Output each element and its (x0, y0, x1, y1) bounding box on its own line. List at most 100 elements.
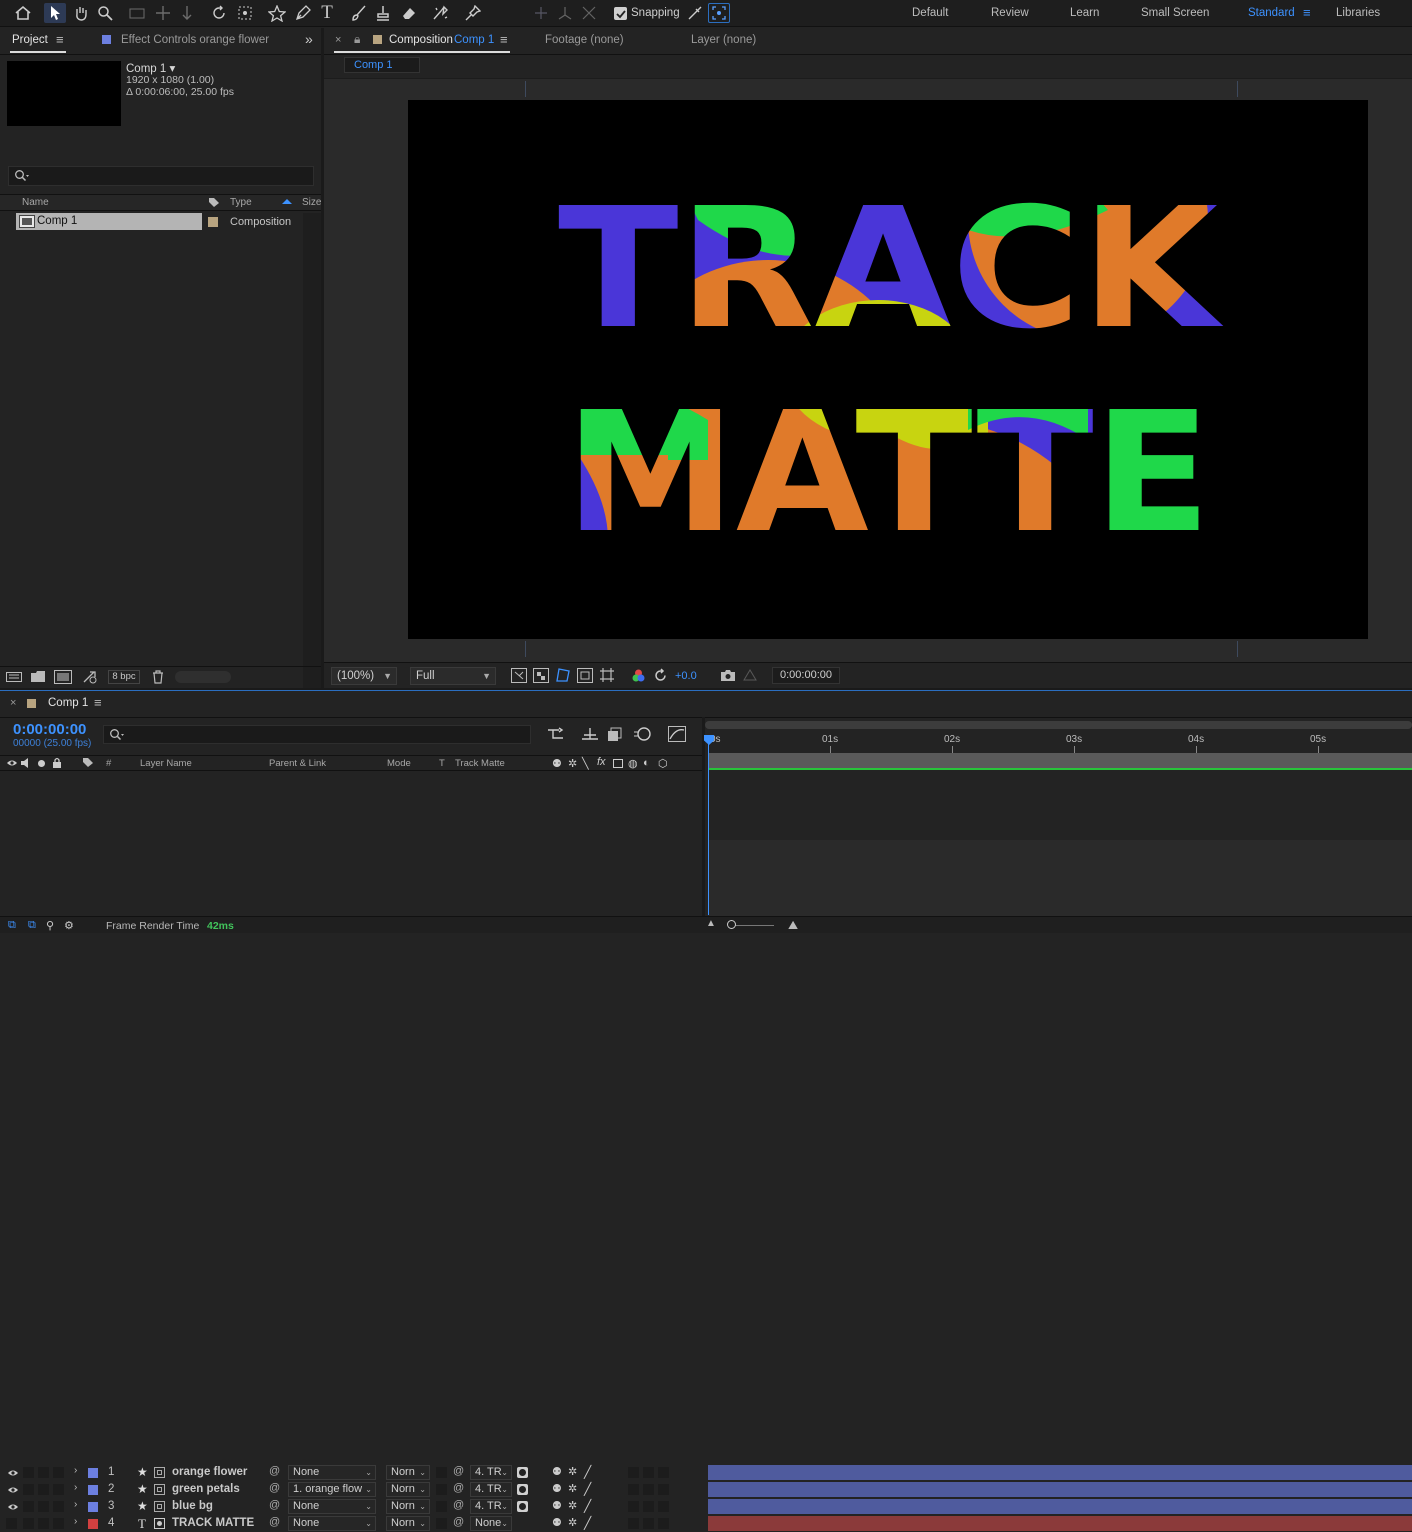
col-size[interactable]: Size (302, 197, 321, 208)
expand-chevron-icon[interactable]: › (74, 1465, 77, 1476)
workspace-menu-icon[interactable]: ≡ (1303, 5, 1311, 20)
show-snapshot-icon[interactable] (742, 668, 758, 682)
bit-depth-button[interactable]: 8 bpc (108, 670, 140, 684)
layer-label-color[interactable] (88, 1519, 98, 1529)
label-column-icon[interactable] (82, 757, 94, 768)
dolly-camera-icon[interactable] (176, 3, 198, 23)
layer-label-color[interactable] (88, 1502, 98, 1512)
world-axis-icon[interactable] (554, 3, 576, 23)
adjustment-box[interactable] (643, 1501, 654, 1512)
motion-blur-icon[interactable] (633, 726, 651, 742)
matte-pick-whip-icon[interactable]: @ (453, 1482, 464, 1494)
label-tag-icon[interactable] (208, 197, 220, 208)
comp-viewer[interactable]: TRACK MATTE (324, 79, 1412, 662)
quality-switch-icon[interactable]: ╲ (582, 757, 589, 770)
pick-whip-icon[interactable]: @ (269, 1482, 280, 1494)
col-name[interactable]: Name (22, 197, 49, 208)
timeline-search-input[interactable] (103, 725, 531, 744)
layer-row[interactable]: › 2 ★ green petals @ 1. orange flow ⌄ Nor… (0, 1481, 700, 1498)
snapshot-camera-icon[interactable] (720, 668, 736, 682)
solo-icon[interactable] (38, 760, 45, 767)
visibility-off-box[interactable] (6, 1518, 17, 1529)
layer-duration-bar[interactable] (708, 1465, 1412, 1480)
orbit-camera-icon[interactable] (126, 3, 148, 23)
col-track-matte[interactable]: Track Matte (455, 758, 505, 769)
3d-box[interactable] (658, 1501, 669, 1512)
workspace-standard[interactable]: Standard (1248, 7, 1295, 19)
layer-name[interactable]: TRACK MATTE (172, 1515, 254, 1532)
timeline-menu-icon[interactable]: ≡ (94, 695, 102, 710)
solo-box[interactable] (38, 1501, 49, 1512)
3d-box[interactable] (658, 1467, 669, 1478)
audio-box[interactable] (23, 1484, 34, 1495)
rotation-tool-icon[interactable] (208, 3, 230, 23)
preserve-transparency-box[interactable] (436, 1518, 447, 1529)
comp-name-info[interactable]: Comp 1 ▾ (126, 61, 175, 75)
layer-row[interactable]: › 4 T TRACK MATTE @ None ⌄ Norn ⌄ @ None ⌄ … (0, 1515, 700, 1532)
puppet-pin-tool-icon[interactable] (462, 3, 484, 23)
parent-dropdown[interactable]: 1. orange flow ⌄ (288, 1482, 376, 1497)
track-matte-dropdown[interactable]: 4. TR ⌄ (470, 1465, 512, 1480)
collapse-icon[interactable]: ✲ (568, 1516, 577, 1529)
shy-icon[interactable]: ⚉ (552, 1482, 562, 1495)
zoom-out-icon[interactable]: ▲ (706, 918, 716, 929)
motion-blur-switch-icon[interactable]: ◍ (628, 757, 638, 770)
fast-previews-icon[interactable] (511, 668, 527, 683)
quality-icon[interactable]: ╱ (584, 1482, 591, 1496)
tab-composition-name[interactable]: Comp 1 (454, 34, 494, 46)
visibility-eye-icon[interactable] (7, 1502, 19, 1512)
mask-visibility-icon[interactable] (555, 667, 571, 683)
type-tool-icon[interactable]: T (316, 2, 338, 23)
matte-source-icon[interactable] (517, 1484, 528, 1495)
pick-whip-icon[interactable]: @ (269, 1516, 280, 1528)
preserve-transparency-box[interactable] (436, 1484, 447, 1495)
workspace-review[interactable]: Review (991, 7, 1029, 19)
pick-whip-icon[interactable]: @ (269, 1465, 280, 1477)
thumbnail-size-slider[interactable] (175, 671, 231, 683)
matte-source-icon[interactable] (517, 1467, 528, 1478)
shape-tool-icon[interactable] (266, 3, 288, 23)
lock-box[interactable] (53, 1484, 64, 1495)
layer-label-color[interactable] (88, 1485, 98, 1495)
comp-canvas[interactable]: TRACK MATTE (408, 100, 1368, 639)
shy-switch-icon[interactable]: ⚉ (552, 757, 562, 770)
solo-box[interactable] (38, 1484, 49, 1495)
parent-dropdown[interactable]: None ⌄ (288, 1516, 376, 1531)
quality-icon[interactable]: ╱ (584, 1516, 591, 1530)
collapse-icon[interactable]: ✲ (568, 1499, 577, 1512)
blend-mode-dropdown[interactable]: Norn ⌄ (386, 1482, 430, 1497)
layer-row[interactable]: › 3 ★ blue bg @ None ⌄ Norn ⌄ @ 4. TR ⌄ ⚉ ✲… (0, 1498, 700, 1515)
snap-target-icon[interactable] (708, 3, 730, 23)
tab-effect-controls[interactable]: Effect Controls orange flower (121, 34, 269, 46)
snap-feather-icon[interactable] (684, 3, 706, 23)
render-time-toggle-icon[interactable]: ⚙ (64, 919, 74, 932)
snapping-checkbox[interactable] (614, 7, 627, 20)
zoom-tool-icon[interactable] (94, 3, 116, 23)
visibility-eye-icon[interactable] (7, 1485, 19, 1495)
solo-box[interactable] (38, 1467, 49, 1478)
motion-blur-box[interactable] (628, 1484, 639, 1495)
zoom-slider-thumb[interactable] (727, 920, 736, 929)
roto-brush-tool-icon[interactable] (430, 3, 452, 23)
panel-menu-icon[interactable]: ≡ (56, 32, 64, 47)
adjustment-box[interactable] (643, 1518, 654, 1529)
layer-duration-bar[interactable] (708, 1482, 1412, 1497)
layer-name[interactable]: orange flower (172, 1464, 247, 1481)
col-mode[interactable]: Mode (387, 758, 411, 769)
tab-project[interactable]: Project (12, 34, 48, 46)
track-matte-dropdown[interactable]: None ⌄ (470, 1516, 512, 1531)
home-icon[interactable] (12, 3, 34, 23)
effects-switch-icon[interactable]: fx (597, 756, 606, 768)
close-tab-icon[interactable]: × (335, 34, 341, 46)
zoom-in-icon[interactable]: ⛰ (788, 918, 798, 933)
lock-icon[interactable]: 🔒︎ (354, 32, 360, 47)
clone-stamp-tool-icon[interactable] (372, 3, 394, 23)
interpret-footage-icon[interactable] (6, 671, 22, 683)
collapse-box-icon[interactable] (154, 1518, 165, 1529)
magnification-dropdown[interactable]: (100%) ▼ (331, 667, 397, 685)
reset-exposure-icon[interactable] (653, 668, 668, 683)
comp-breadcrumb[interactable]: Comp 1 (344, 57, 420, 73)
project-item-comp-1[interactable]: Comp 1 (16, 213, 202, 230)
tab-footage[interactable]: Footage (none) (545, 34, 624, 46)
local-axis-icon[interactable] (530, 3, 552, 23)
